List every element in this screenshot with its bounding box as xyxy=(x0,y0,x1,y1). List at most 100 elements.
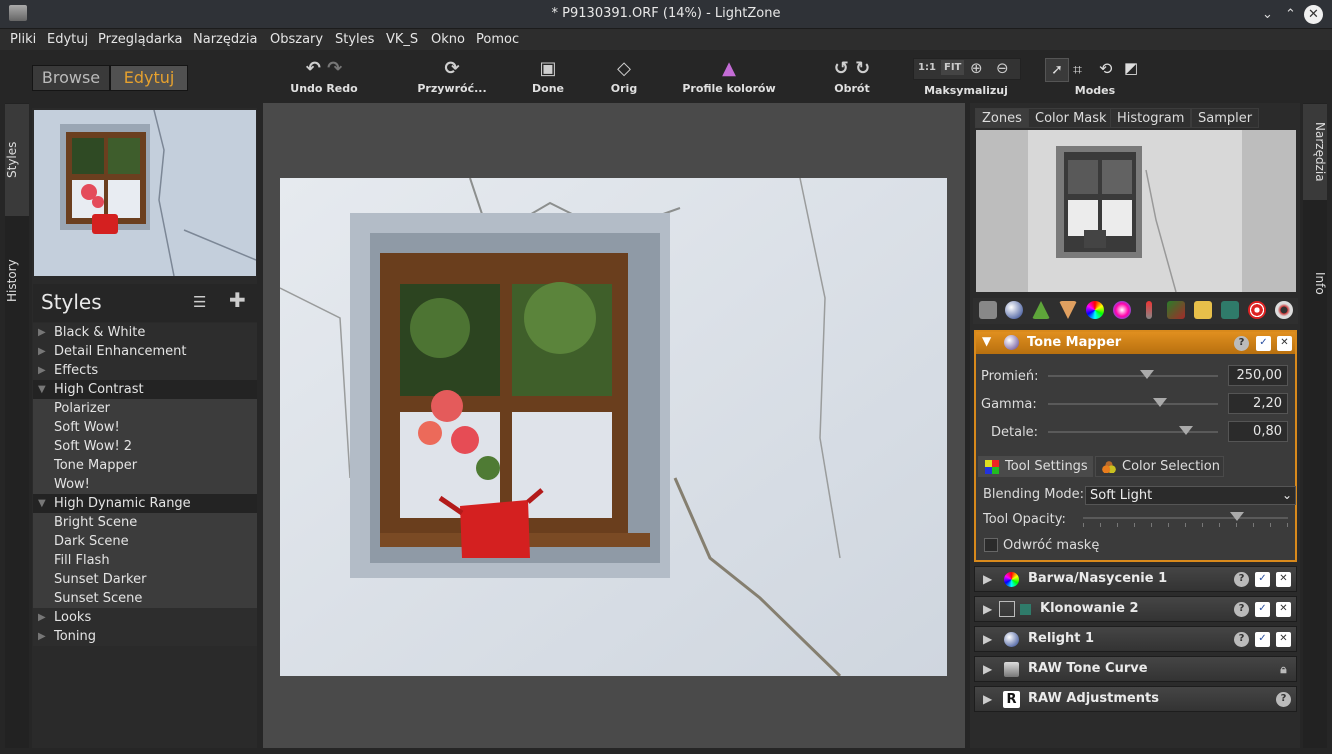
opacity-slider-knob[interactable] xyxy=(1229,512,1244,521)
menu-file[interactable]: Pliki xyxy=(10,32,36,47)
tool-clone[interactable]: ▶ Klonowanie 2 ? ✓ ✕ xyxy=(974,596,1297,622)
slider-knob[interactable] xyxy=(1153,398,1168,407)
style-item[interactable]: Soft Wow! 2 xyxy=(33,437,257,456)
collapsed-triangle-icon[interactable]: ▶ xyxy=(38,608,46,627)
undo-icon[interactable]: ↶ xyxy=(306,58,321,79)
style-item[interactable]: Soft Wow! xyxy=(33,418,257,437)
undo-redo-button[interactable]: ↶ ↷ Undo Redo xyxy=(285,56,363,100)
style-item[interactable]: Bright Scene xyxy=(33,513,257,532)
color-balance-tool-icon[interactable] xyxy=(1113,301,1131,319)
arrow-icon[interactable]: ➚ xyxy=(1045,58,1069,82)
tool-relight[interactable]: ▶ Relight 1 ? ✓ ✕ xyxy=(974,626,1297,652)
style-item[interactable]: Tone Mapper xyxy=(33,456,257,475)
style-item[interactable]: Dark Scene xyxy=(33,532,257,551)
menu-browser[interactable]: Przeglądarka xyxy=(98,32,182,47)
region-icon[interactable]: ◩ xyxy=(1124,59,1138,77)
expanded-triangle-icon[interactable]: ▼ xyxy=(38,380,46,399)
expand-triangle-icon[interactable]: ▶ xyxy=(983,627,992,651)
menu-window[interactable]: Okno xyxy=(431,32,465,47)
tab-zones[interactable]: Zones xyxy=(975,108,1029,128)
style-item[interactable]: ▶ Toning xyxy=(33,627,257,646)
color-bw-tool-icon[interactable] xyxy=(1194,301,1212,319)
menu-help[interactable]: Pomoc xyxy=(476,32,519,47)
expanded-triangle-icon[interactable]: ▼ xyxy=(38,494,46,513)
style-item[interactable]: ▶ Effects xyxy=(33,361,257,380)
help-icon[interactable]: ? xyxy=(1276,692,1291,707)
tab-color-mask[interactable]: Color Mask xyxy=(1028,108,1114,128)
menu-styles[interactable]: Styles xyxy=(335,32,374,47)
collapsed-triangle-icon[interactable]: ▶ xyxy=(38,361,46,380)
tab-tool-settings[interactable]: Tool Settings xyxy=(978,456,1093,477)
blur-tool-icon[interactable] xyxy=(1059,301,1077,319)
redo-icon[interactable]: ↷ xyxy=(327,58,342,79)
orig-button[interactable]: ◇ Orig xyxy=(605,56,643,100)
style-item[interactable]: ▼ High Dynamic Range xyxy=(33,494,257,513)
rotate-button[interactable]: ↺ ↻ Obrót xyxy=(828,56,876,100)
menu-vks[interactable]: VK_S xyxy=(386,32,418,47)
remove-tool-icon[interactable]: ✕ xyxy=(1276,602,1291,617)
collapsed-triangle-icon[interactable]: ▶ xyxy=(38,627,46,646)
browse-mode-button[interactable]: Browse xyxy=(32,65,110,91)
expand-triangle-icon[interactable]: ▶ xyxy=(983,657,992,681)
menu-regions[interactable]: Obszary xyxy=(270,32,323,47)
tool-raw-tone-curve[interactable]: ▶ RAW Tone Curve 🔒︎ xyxy=(974,656,1297,682)
invert-mask-checkbox[interactable] xyxy=(984,538,998,552)
rotate-right-icon[interactable]: ↻ xyxy=(855,58,870,79)
menu-tools[interactable]: Narzędzia xyxy=(193,32,258,47)
style-item[interactable]: Sunset Darker xyxy=(33,570,257,589)
slider-track[interactable] xyxy=(1048,403,1218,405)
help-icon[interactable]: ? xyxy=(1234,632,1249,647)
remove-tool-icon[interactable]: ✕ xyxy=(1276,632,1291,647)
slider-value-field[interactable]: 0,80 xyxy=(1228,421,1288,442)
style-item[interactable]: Wow! xyxy=(33,475,257,494)
tab-color-selection[interactable]: Color Selection xyxy=(1095,456,1224,477)
slider-knob[interactable] xyxy=(1139,370,1154,379)
enable-checkbox[interactable]: ✓ xyxy=(1255,632,1270,647)
close-icon[interactable]: ✕ xyxy=(1304,5,1323,24)
white-balance-tool-icon[interactable] xyxy=(1146,301,1152,319)
tone-mapper-header[interactable]: ▼ Tone Mapper ? ✓ ✕ xyxy=(976,332,1295,354)
tab-styles[interactable]: Styles xyxy=(5,104,29,216)
style-item[interactable]: Fill Flash xyxy=(33,551,257,570)
enable-checkbox[interactable]: ✓ xyxy=(1256,336,1271,351)
expand-triangle-icon[interactable]: ▶ xyxy=(983,567,992,591)
blending-mode-select[interactable]: Soft Light ⌄ xyxy=(1085,486,1296,505)
help-icon[interactable]: ? xyxy=(1234,602,1249,617)
zoom-in-icon[interactable]: ⊕ xyxy=(970,59,983,77)
rotate-left-icon[interactable]: ↺ xyxy=(834,58,849,79)
zoom-out-icon[interactable]: ⊖ xyxy=(996,59,1009,77)
maximize-label[interactable]: Maksymalizuj xyxy=(920,84,1012,98)
zoom-fit-button[interactable]: FIT xyxy=(941,60,965,75)
color-profiles-button[interactable]: ▲ Profile kolorów xyxy=(678,56,780,100)
help-icon[interactable]: ? xyxy=(1234,336,1249,351)
spot-tool-icon[interactable] xyxy=(1248,301,1266,319)
maximize-icon[interactable]: ⌃ xyxy=(1281,5,1300,24)
zones-tool-icon[interactable] xyxy=(979,301,997,319)
clone-tool-icon[interactable] xyxy=(1221,301,1239,319)
collapse-triangle-icon[interactable]: ▼ xyxy=(982,334,991,348)
tab-info[interactable]: Info xyxy=(1303,253,1327,313)
hue-saturation-tool-icon[interactable] xyxy=(1086,301,1104,319)
revert-button[interactable]: ⟳ Przywróć... xyxy=(414,56,490,100)
collapsed-triangle-icon[interactable]: ▶ xyxy=(38,323,46,342)
add-style-icon[interactable]: ✚ xyxy=(229,288,246,312)
edit-mode-button[interactable]: Edytuj xyxy=(110,65,188,91)
tab-sampler[interactable]: Sampler xyxy=(1191,108,1260,128)
menu-edit[interactable]: Edytuj xyxy=(47,32,88,47)
remove-tool-icon[interactable]: ✕ xyxy=(1277,336,1292,351)
sharpen-tool-icon[interactable] xyxy=(1032,301,1050,319)
tab-tools[interactable]: Narzędzia xyxy=(1303,104,1327,200)
style-item[interactable]: Polarizer xyxy=(33,399,257,418)
slider-value-field[interactable]: 2,20 xyxy=(1228,393,1288,414)
slider-value-field[interactable]: 250,00 xyxy=(1228,365,1288,386)
help-icon[interactable]: ? xyxy=(1234,572,1249,587)
tab-histogram[interactable]: Histogram xyxy=(1110,108,1192,128)
minimize-icon[interactable]: ⌄ xyxy=(1258,5,1277,24)
edited-photo[interactable] xyxy=(280,178,947,676)
rotate-tool-icon[interactable]: ⟲ xyxy=(1099,59,1112,78)
opacity-slider-track[interactable] xyxy=(1083,517,1288,519)
collapsed-triangle-icon[interactable]: ▶ xyxy=(38,342,46,361)
slider-track[interactable] xyxy=(1048,375,1218,377)
slider-knob[interactable] xyxy=(1178,426,1193,435)
style-item[interactable]: ▶ Detail Enhancement xyxy=(33,342,257,361)
